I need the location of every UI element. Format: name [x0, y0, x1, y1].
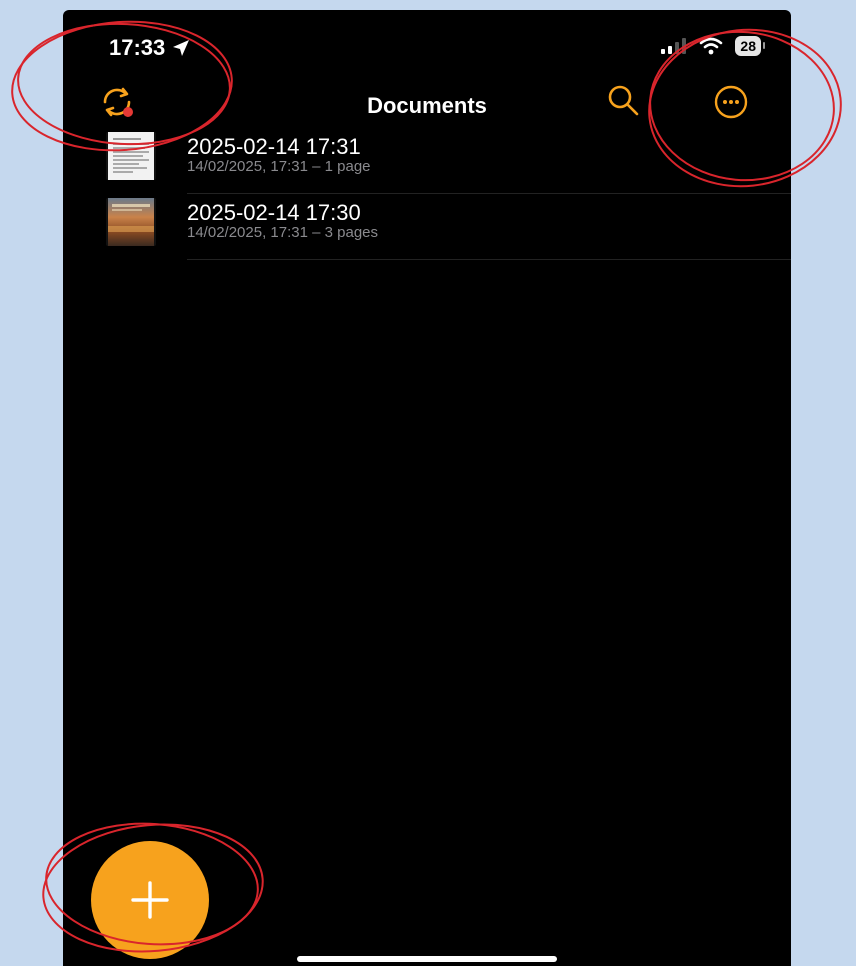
document-subtitle: 14/02/2025, 17:31 – 3 pages [187, 224, 379, 241]
sync-icon [103, 87, 133, 117]
plus-icon [131, 881, 169, 919]
document-title: 2025-02-14 17:31 [187, 134, 361, 159]
more-options-button[interactable] [709, 80, 753, 124]
status-bar: 17:33 28 [63, 10, 791, 80]
row-divider [187, 259, 791, 260]
search-button[interactable] [603, 80, 643, 120]
sync-button[interactable] [97, 82, 137, 122]
more-icon [714, 85, 748, 119]
status-indicators: 28 [661, 36, 765, 56]
document-row[interactable]: 2025-02-14 17:31 14/02/2025, 17:31 – 1 p… [63, 128, 791, 194]
home-indicator [297, 956, 557, 962]
status-time-text: 17:33 [109, 35, 166, 60]
document-row[interactable]: 2025-02-14 17:30 14/02/2025, 17:31 – 3 p… [63, 194, 791, 260]
page-title: Documents [367, 93, 487, 118]
battery-icon: 28 [735, 36, 765, 56]
document-title: 2025-02-14 17:30 [187, 200, 361, 225]
add-document-button[interactable] [91, 841, 209, 959]
location-arrow-icon [173, 40, 190, 56]
signal-icon [661, 38, 687, 54]
document-thumbnail [106, 132, 156, 180]
document-list: 2025-02-14 17:31 14/02/2025, 17:31 – 1 p… [63, 128, 791, 260]
status-time: 17:33 [109, 35, 191, 61]
document-subtitle: 14/02/2025, 17:31 – 1 page [187, 158, 371, 175]
badge-dot [123, 107, 133, 117]
navigation-bar: Documents [63, 80, 791, 130]
phone-screen: 17:33 28 Documents 2025-02-14 17:31 14/0… [63, 10, 791, 966]
search-icon [608, 85, 639, 116]
wifi-icon [700, 37, 723, 55]
document-thumbnail [106, 198, 156, 246]
